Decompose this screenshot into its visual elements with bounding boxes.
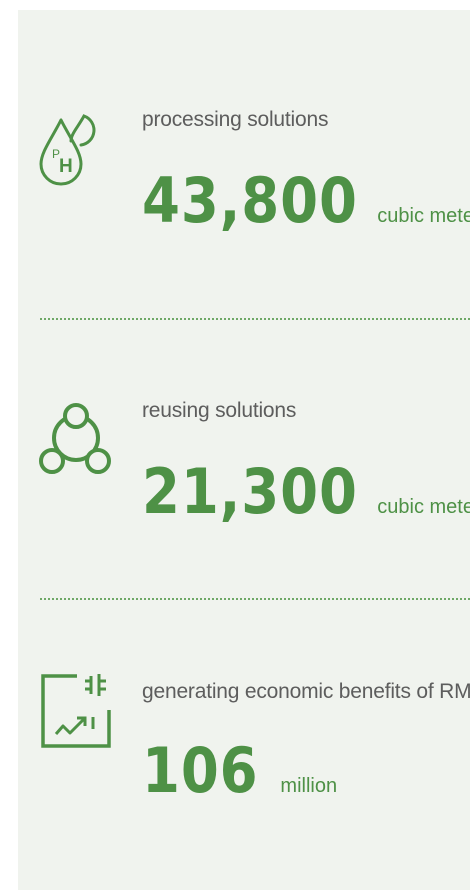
stat-value-row: 21,300 cubic meters	[142, 461, 470, 523]
stat-label: processing solutions	[142, 108, 329, 131]
stat-value-row: 43,800 cubic meters	[142, 170, 470, 232]
svg-text:H: H	[59, 156, 73, 177]
stat-label: generating economic benefits of RMB	[142, 680, 470, 703]
recycle-circle-icon	[39, 400, 113, 479]
stat-value: 106	[142, 734, 259, 807]
stat-value-row: 106 million	[142, 740, 337, 802]
stats-panel: P H processing solutions 43,800 cubic me…	[18, 10, 470, 890]
stat-label: reusing solutions	[142, 399, 297, 422]
stat-unit: cubic meters	[377, 205, 470, 227]
stat-processing: P H processing solutions 43,800 cubic me…	[18, 10, 470, 320]
stat-unit: cubic meters	[377, 496, 470, 518]
ph-droplet-icon: P H	[38, 112, 102, 193]
stat-value: 43,800	[142, 164, 358, 237]
economic-growth-chart-icon	[39, 672, 115, 755]
stat-value: 21,300	[142, 455, 358, 528]
stat-unit: million	[280, 775, 338, 797]
stat-economic: generating economic benefits of RMB 106 …	[18, 600, 470, 890]
stat-reusing: reusing solutions 21,300 cubic meters	[18, 320, 470, 600]
